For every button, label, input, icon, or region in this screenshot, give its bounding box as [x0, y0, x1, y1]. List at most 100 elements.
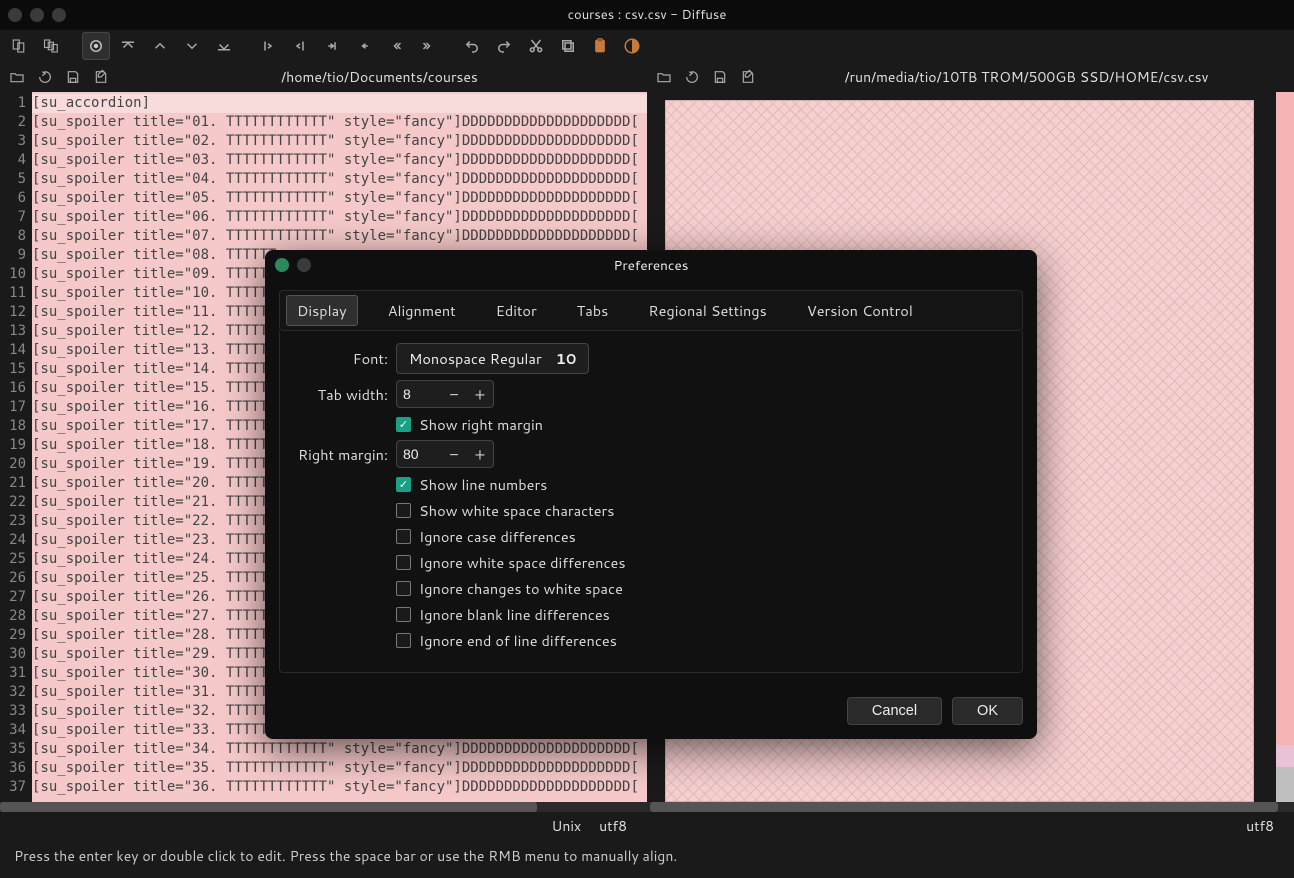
checkbox[interactable]	[396, 607, 411, 622]
checkbox-label: Show white space characters	[419, 500, 614, 521]
merge-right-icon[interactable]	[414, 32, 442, 60]
ok-button[interactable]: OK	[952, 697, 1023, 725]
dialog-title: Preferences	[614, 256, 689, 275]
merge-left-icon[interactable]	[382, 32, 410, 60]
push-left-icon[interactable]	[286, 32, 314, 60]
font-selector-button[interactable]: Monospace Regular 10	[396, 343, 589, 374]
checkbox-row[interactable]: Show right margin	[396, 414, 1006, 435]
right-encoding: utf8	[1246, 816, 1274, 836]
copy-left-all-icon[interactable]	[350, 32, 378, 60]
checkbox-row[interactable]: Ignore case differences	[396, 526, 1006, 547]
copy-icon[interactable]	[554, 32, 582, 60]
left-pane-header: /home/tio/Documents/courses	[0, 62, 647, 92]
checkbox-label: Ignore blank line differences	[419, 604, 610, 625]
line-number-gutter: 1234567891011121314151617181920212223242…	[0, 92, 32, 802]
left-file-path: /home/tio/Documents/courses	[118, 67, 641, 87]
reload-icon[interactable]	[34, 66, 56, 88]
new-tab-2way-icon[interactable]	[6, 32, 34, 60]
maximize-window-button[interactable]	[52, 8, 66, 22]
encoding-status-row: Unix utf8 utf8	[0, 812, 1294, 840]
right-pane-header: /run/media/tio/10TB TROM/500GB SSD/HOME/…	[647, 62, 1294, 92]
undo-icon[interactable]	[458, 32, 486, 60]
preferences-tabs: Display Alignment Editor Tabs Regional Setti…	[279, 290, 1023, 331]
next-diff-icon[interactable]	[178, 32, 206, 60]
pref-tab-tabs[interactable]: Tabs	[567, 296, 619, 325]
copy-right-all-icon[interactable]	[318, 32, 346, 60]
pref-tab-alignment[interactable]: Alignment	[378, 296, 466, 325]
dialog-titlebar: Preferences	[265, 250, 1037, 280]
save-as-icon[interactable]	[737, 66, 759, 88]
checkbox-label: Ignore white space differences	[419, 552, 626, 573]
checkbox[interactable]	[396, 581, 411, 596]
right-margin-input[interactable]	[397, 446, 441, 462]
pref-tab-regional-settings[interactable]: Regional Settings	[638, 296, 776, 325]
checkbox[interactable]	[396, 529, 411, 544]
push-right-icon[interactable]	[254, 32, 282, 60]
cancel-button[interactable]: Cancel	[847, 697, 942, 725]
checkbox-label: Ignore changes to white space	[419, 578, 623, 599]
checkbox-label: Show right margin	[419, 414, 543, 435]
paste-icon[interactable]	[586, 32, 614, 60]
font-label: Font:	[296, 348, 388, 369]
checkbox-row[interactable]: Show white space characters	[396, 500, 1006, 521]
dialog-minimize-button[interactable]	[297, 258, 311, 272]
file-header-row: /home/tio/Documents/courses /run/media/t…	[0, 62, 1294, 92]
tab-width-input[interactable]	[397, 386, 441, 402]
right-margin-label: Right margin:	[296, 444, 388, 465]
titlebar: courses : csv.csv - Diffuse	[0, 0, 1294, 30]
checkbox-label: Ignore end of line differences	[419, 630, 617, 651]
tab-width-label: Tab width:	[296, 384, 388, 405]
font-name: Monospace Regular	[409, 348, 542, 369]
hint-statusbar: Press the enter key or double click to e…	[0, 840, 1294, 872]
checkbox-label: Show line numbers	[419, 474, 547, 495]
new-tab-3way-icon[interactable]	[38, 32, 66, 60]
left-os-encoding: Unix	[552, 816, 582, 836]
minimap[interactable]	[1276, 92, 1294, 802]
preferences-dialog: Preferences Display Alignment Editor Tabs Re…	[265, 250, 1037, 739]
dialog-close-button[interactable]	[275, 258, 289, 272]
right-margin-spinner[interactable]: − +	[396, 440, 494, 468]
preferences-form: Font: Monospace Regular 10 Tab width: − …	[279, 331, 1023, 673]
cut-icon[interactable]	[522, 32, 550, 60]
pref-tab-version-control[interactable]: Version Control	[797, 296, 923, 325]
checkbox[interactable]	[396, 503, 411, 518]
redo-icon[interactable]	[490, 32, 518, 60]
checkbox-row[interactable]: Ignore white space differences	[396, 552, 1006, 573]
reload-icon[interactable]	[681, 66, 703, 88]
hint-text: Press the enter key or double click to e…	[14, 846, 677, 866]
checkbox-label: Ignore case differences	[419, 526, 576, 547]
minimize-window-button[interactable]	[30, 8, 44, 22]
open-file-icon[interactable]	[653, 66, 675, 88]
first-diff-icon[interactable]	[114, 32, 142, 60]
save-icon[interactable]	[62, 66, 84, 88]
window-title: courses : csv.csv - Diffuse	[568, 6, 727, 24]
checkbox[interactable]	[396, 555, 411, 570]
diffuse-logo-icon[interactable]	[618, 32, 646, 60]
pref-tab-editor[interactable]: Editor	[486, 296, 547, 325]
checkbox[interactable]	[396, 477, 411, 492]
font-size: 10	[556, 348, 577, 369]
increment-button[interactable]: +	[467, 383, 493, 406]
right-file-path: /run/media/tio/10TB TROM/500GB SSD/HOME/…	[765, 67, 1288, 87]
right-hscroll[interactable]	[647, 802, 1294, 812]
decrement-button[interactable]: −	[441, 383, 467, 406]
open-file-icon[interactable]	[6, 66, 28, 88]
checkbox-row[interactable]: Ignore blank line differences	[396, 604, 1006, 625]
increment-button[interactable]: +	[467, 443, 493, 466]
save-as-icon[interactable]	[90, 66, 112, 88]
main-toolbar	[0, 30, 1294, 62]
checkbox-row[interactable]: Ignore changes to white space	[396, 578, 1006, 599]
save-icon[interactable]	[709, 66, 731, 88]
checkbox-row[interactable]: Show line numbers	[396, 474, 1006, 495]
last-diff-icon[interactable]	[210, 32, 238, 60]
checkbox[interactable]	[396, 633, 411, 648]
pref-tab-display[interactable]: Display	[286, 295, 358, 326]
close-window-button[interactable]	[8, 8, 22, 22]
left-hscroll[interactable]	[0, 802, 647, 812]
checkbox-row[interactable]: Ignore end of line differences	[396, 630, 1006, 651]
realign-icon[interactable]	[82, 32, 110, 60]
prev-diff-icon[interactable]	[146, 32, 174, 60]
tab-width-spinner[interactable]: − +	[396, 380, 494, 408]
checkbox[interactable]	[396, 417, 411, 432]
decrement-button[interactable]: −	[441, 443, 467, 466]
